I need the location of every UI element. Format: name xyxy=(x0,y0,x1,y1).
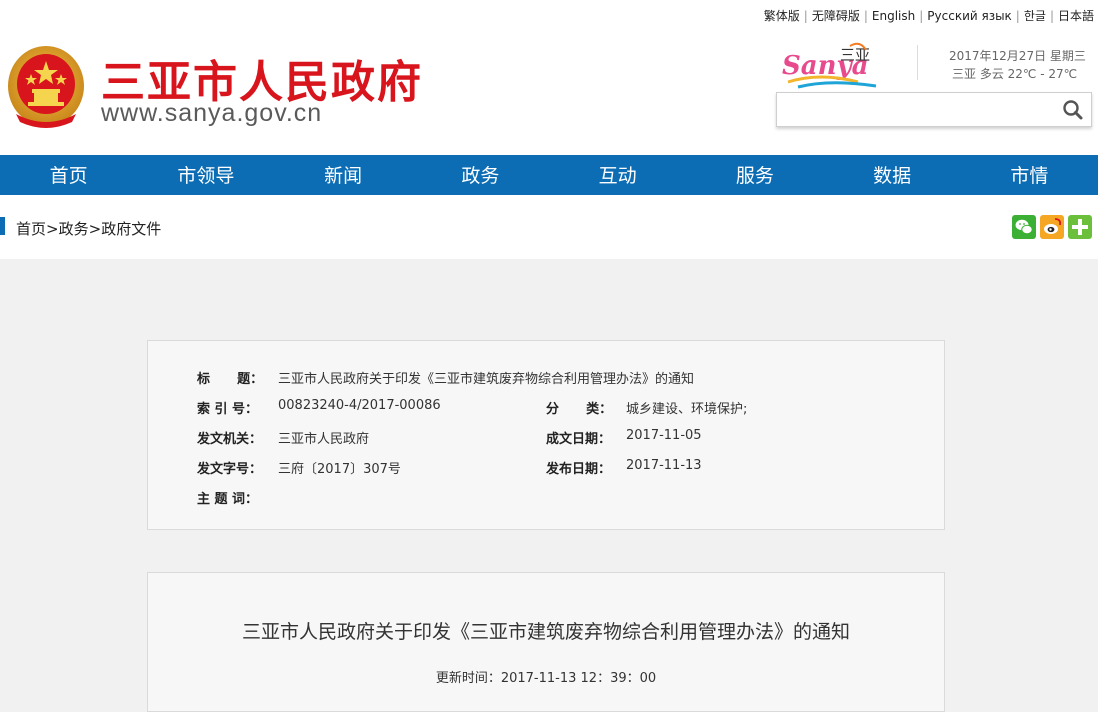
breadcrumb-affairs[interactable]: 政务 xyxy=(59,220,89,238)
lang-japanese-link[interactable]: 日本語 xyxy=(1058,9,1094,23)
sanya-logo-icon[interactable]: Sanya 三亚 xyxy=(780,36,886,92)
header: 繁体版 | 无障碍版 | English | Русский язык | 한글 | 日本語 三亚市… xyxy=(0,0,1098,155)
keywords-label: 主 题 词： xyxy=(197,492,259,507)
site-url: www.sanya.gov.cn xyxy=(101,99,323,127)
breadcrumb-documents[interactable]: 政府文件 xyxy=(101,220,161,238)
nav-home[interactable]: 首页 xyxy=(0,155,137,195)
lang-accessible-link[interactable]: 无障碍版 xyxy=(812,9,860,23)
more-share-icon[interactable] xyxy=(1068,215,1092,239)
lang-traditional-link[interactable]: 繁体版 xyxy=(764,9,800,23)
published-date-value: 2017-11-13 xyxy=(626,458,702,473)
breadcrumb-sep: > xyxy=(88,220,102,238)
nav-city-info[interactable]: 市情 xyxy=(961,155,1098,195)
lang-korean-link[interactable]: 한글 xyxy=(1024,9,1046,23)
breadcrumb-bar: 首页>政务>政府文件 xyxy=(0,195,1098,259)
date-text: 2017年12月27日 星期三 xyxy=(949,49,1086,63)
document-metadata: 标 题： 三亚市人民政府关于印发《三亚市建筑废弃物综合利用管理办法》的通知 索 … xyxy=(147,340,945,530)
lang-russian-link[interactable]: Русский язык xyxy=(927,9,1012,23)
search-icon[interactable] xyxy=(1059,97,1087,123)
index-value: 00823240-4/2017-00086 xyxy=(278,398,441,413)
breadcrumb-home[interactable]: 首页 xyxy=(16,220,46,238)
search-input[interactable] xyxy=(783,94,1057,127)
lang-english-link[interactable]: English xyxy=(872,9,915,23)
update-time: 更新时间：2017-11-13 12：39：00 xyxy=(435,671,657,686)
nav-data[interactable]: 数据 xyxy=(824,155,961,195)
written-date-value: 2017-11-05 xyxy=(626,428,702,443)
doc-number-value: 三府〔2017〕307号 xyxy=(278,462,401,477)
wechat-share-icon[interactable] xyxy=(1012,215,1036,239)
article-title: 三亚市人民政府关于印发《三亚市建筑废弃物综合利用管理办法》的通知 xyxy=(241,621,850,643)
breadcrumb-marker xyxy=(0,217,5,235)
share-buttons xyxy=(1012,215,1092,239)
language-links: 繁体版 | 无障碍版 | English | Русский язык | 한글 | 日本語 xyxy=(763,9,1094,23)
nav-services[interactable]: 服务 xyxy=(686,155,823,195)
nav-government-affairs[interactable]: 政务 xyxy=(412,155,549,195)
nav-leaders[interactable]: 市领导 xyxy=(137,155,274,195)
title-value: 三亚市人民政府关于印发《三亚市建筑废弃物综合利用管理办法》的通知 xyxy=(278,372,695,387)
breadcrumb: 首页>政务>政府文件 xyxy=(16,218,161,239)
title-label: 标 题： xyxy=(197,372,264,387)
doc-number-label: 发文字号： xyxy=(197,462,263,477)
category-value: 城乡建设、环境保护; xyxy=(626,402,748,417)
issuer-label: 发文机关： xyxy=(197,432,263,447)
weather-text: 三亚 多云 22℃ - 27℃ xyxy=(952,67,1078,81)
article-container: 三亚市人民政府关于印发《三亚市建筑废弃物综合利用管理办法》的通知 更新时间：20… xyxy=(147,572,945,712)
national-emblem-icon[interactable] xyxy=(6,44,86,130)
header-divider xyxy=(917,45,918,80)
written-date-label: 成文日期： xyxy=(546,432,612,447)
nav-news[interactable]: 新闻 xyxy=(275,155,412,195)
search-box xyxy=(776,92,1092,127)
issuer-value: 三亚市人民政府 xyxy=(278,432,370,447)
index-label: 索 引 号： xyxy=(197,402,259,417)
nav-interaction[interactable]: 互动 xyxy=(549,155,686,195)
main-nav: 首页 市领导 新闻 政务 互动 服务 数据 市情 xyxy=(0,155,1098,195)
weibo-share-icon[interactable] xyxy=(1040,215,1064,239)
category-label: 分 类： xyxy=(546,402,613,417)
published-date-label: 发布日期： xyxy=(546,462,612,477)
breadcrumb-sep: > xyxy=(46,220,59,238)
